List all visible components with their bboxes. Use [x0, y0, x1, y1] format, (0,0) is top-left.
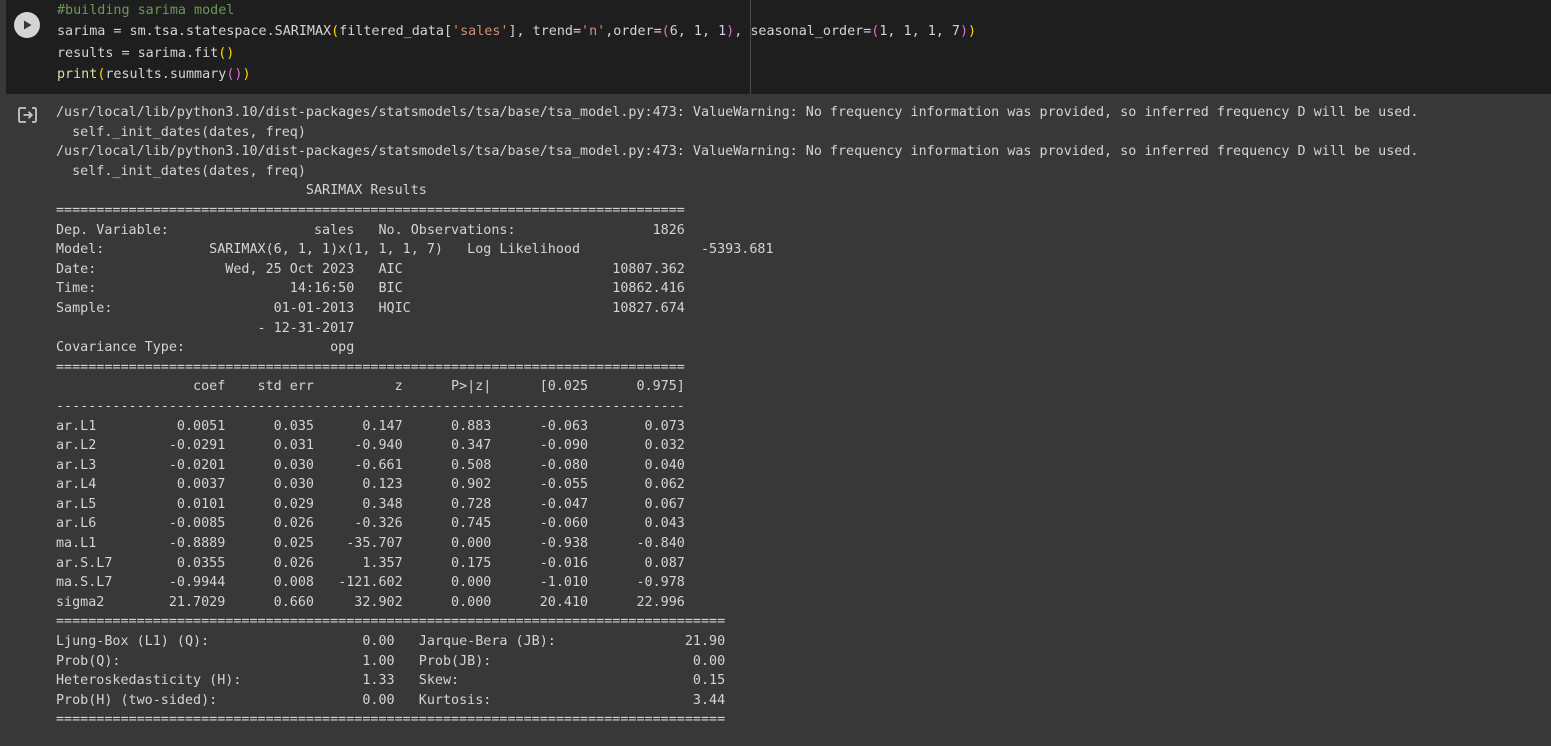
code-token: results = sarima.fit	[57, 45, 219, 61]
play-icon	[24, 20, 32, 30]
code-paren: )	[959, 24, 969, 40]
code-token: filtered_data[	[339, 24, 453, 40]
code-function: print	[57, 66, 98, 82]
code-paren: (	[331, 24, 340, 40]
code-cell[interactable]: #building sarima model sarima = sm.tsa.s…	[0, 0, 1551, 96]
code-token: 6, 1, 1	[669, 24, 727, 40]
code-token: results.summary	[105, 66, 227, 82]
code-token: , seasonal_order=	[734, 24, 872, 40]
code-token: ,order=	[605, 24, 662, 40]
code-comment: #building sarima model	[57, 3, 235, 18]
notebook-page: #building sarima model sarima = sm.tsa.s…	[0, 0, 1551, 746]
code-string: 'sales'	[452, 24, 509, 40]
code-paren: ()	[226, 66, 243, 82]
code-paren: (	[661, 24, 670, 40]
code-token: ], trend=	[508, 24, 582, 40]
output-redirect-icon[interactable]	[17, 105, 39, 125]
code-paren: )	[242, 66, 251, 82]
code-token: sarima = sm.tsa.statespace.SARIMAX	[57, 24, 332, 40]
output-text: /usr/local/lib/python3.10/dist-packages/…	[56, 105, 1419, 728]
code-paren: )	[968, 24, 977, 40]
run-cell-button[interactable]	[14, 12, 40, 38]
code-paren: ()	[218, 45, 235, 61]
cell-output: /usr/local/lib/python3.10/dist-packages/…	[0, 96, 1551, 746]
code-string: 'n'	[581, 24, 606, 40]
code-text[interactable]: #building sarima model sarima = sm.tsa.s…	[57, 0, 976, 85]
code-token: 1, 1, 1, 7	[879, 24, 960, 40]
